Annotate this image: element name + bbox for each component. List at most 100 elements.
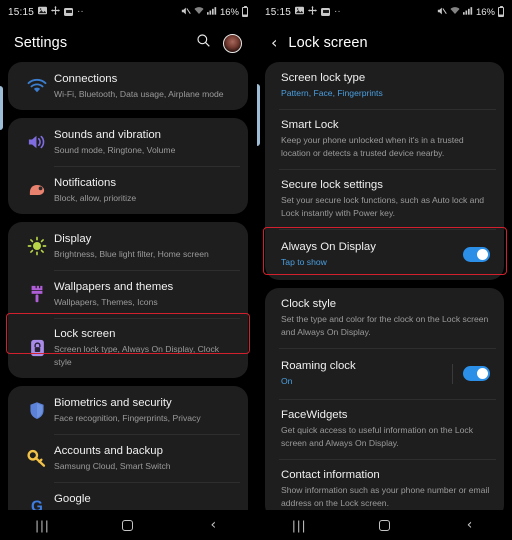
wifi-icon xyxy=(450,6,460,18)
dual-screenshot-container: 15:15 ·· 16% Settings Connections Wi-Fi,… xyxy=(0,0,512,540)
signal-icon xyxy=(206,6,217,18)
list-item-facewidgets[interactable]: FaceWidgets Get quick access to useful i… xyxy=(265,399,504,459)
item-title: Roaming clock xyxy=(281,360,356,372)
more-dots-icon: ·· xyxy=(334,6,341,17)
item-texts: Display Brightness, Blue light filter, H… xyxy=(54,232,234,261)
sidebar-item-lock-screen[interactable]: Lock screen Screen lock type, Always On … xyxy=(8,318,248,378)
item-texts: Biometrics and security Face recognition… xyxy=(54,396,234,425)
item-subtitle: Wi-Fi, Bluetooth, Data usage, Airplane m… xyxy=(54,88,224,99)
more-dots-icon: ·· xyxy=(77,6,84,17)
lock-screen-phone-screen: 15:15 ·· 16% ‹ Lock screen Screen lock t… xyxy=(256,0,512,540)
avatar[interactable] xyxy=(223,33,242,53)
wallpaper-icon xyxy=(20,279,54,309)
item-texts: Secure lock settings Set your secure loc… xyxy=(277,178,490,220)
item-subtitle: Set your secure lock functions, such as … xyxy=(281,195,485,218)
item-texts: Clock style Set the type and color for t… xyxy=(277,297,490,339)
lock-screen-header: ‹ Lock screen xyxy=(257,24,512,62)
sidebar-item-biometrics-and-security[interactable]: Biometrics and security Face recognition… xyxy=(8,386,248,434)
item-subtitle: Face recognition, Fingerprints, Privacy xyxy=(54,412,201,423)
item-texts: Contact information Show information suc… xyxy=(277,468,490,510)
settings-list[interactable]: Connections Wi-Fi, Bluetooth, Data usage… xyxy=(0,62,256,530)
home-icon[interactable] xyxy=(365,510,405,540)
item-subtitle: Pattern, Face, Fingerprints xyxy=(281,88,383,98)
roaming-clock-toggle[interactable] xyxy=(463,366,490,381)
home-icon[interactable] xyxy=(108,510,148,540)
nav-bar-settings: ||| ‹ xyxy=(0,510,256,540)
settings-header: Settings xyxy=(0,24,256,62)
item-title: Secure lock settings xyxy=(281,179,383,191)
item-title: Lock screen xyxy=(54,328,116,340)
item-title: Smart Lock xyxy=(281,119,339,131)
item-texts: Sounds and vibration Sound mode, Rington… xyxy=(54,128,234,157)
sidebar-item-notifications[interactable]: Notifications Block, allow, prioritize xyxy=(8,166,248,214)
image-icon xyxy=(295,6,305,18)
item-title: Connections xyxy=(54,72,118,85)
always-on-display-toggle[interactable] xyxy=(463,247,490,262)
back-icon[interactable]: ‹ xyxy=(193,510,233,540)
list-item-secure-lock-settings[interactable]: Secure lock settings Set your secure loc… xyxy=(265,169,504,229)
item-title: Wallpapers and themes xyxy=(54,280,174,293)
recents-icon[interactable]: ||| xyxy=(23,510,63,540)
settings-group-3: Display Brightness, Blue light filter, H… xyxy=(8,222,248,378)
wifi-icon xyxy=(20,71,54,101)
back-chevron-icon[interactable]: ‹ xyxy=(271,35,277,51)
settings-group-1: Connections Wi-Fi, Bluetooth, Data usage… xyxy=(8,62,248,110)
item-subtitle: Brightness, Blue light filter, Home scre… xyxy=(54,248,209,259)
status-time: 15:15 xyxy=(265,6,292,18)
status-bar-left: 15:15 ·· xyxy=(265,6,341,18)
item-subtitle: Samsung Cloud, Smart Switch xyxy=(54,460,171,471)
scroll-edge-indicator xyxy=(257,84,260,146)
list-item-always-on-display[interactable]: Always On Display Tap to show xyxy=(265,229,504,280)
list-item-smart-lock[interactable]: Smart Lock Keep your phone unlocked when… xyxy=(265,109,504,169)
item-title: Screen lock type xyxy=(281,72,366,84)
search-icon[interactable] xyxy=(196,33,211,53)
sidebar-item-display[interactable]: Display Brightness, Blue light filter, H… xyxy=(8,222,248,270)
status-bar-settings: 15:15 ·· 16% xyxy=(0,0,256,24)
settings-phone-screen: 15:15 ·· 16% Settings Connections Wi-Fi,… xyxy=(0,0,256,540)
sound-icon xyxy=(20,127,54,157)
item-title: Always On Display xyxy=(281,241,376,253)
item-texts: Smart Lock Keep your phone unlocked when… xyxy=(277,118,490,160)
signal-icon xyxy=(462,6,473,18)
sidebar-item-wallpapers-and-themes[interactable]: Wallpapers and themes Wallpapers, Themes… xyxy=(8,270,248,318)
card-icon xyxy=(321,8,331,16)
item-subtitle: Set the type and color for the clock on … xyxy=(281,314,489,337)
item-title: Google xyxy=(54,492,91,505)
wifi-icon xyxy=(194,6,204,18)
lock-screen-list[interactable]: Screen lock type Pattern, Face, Fingerpr… xyxy=(257,62,512,519)
item-texts: Screen lock type Pattern, Face, Fingerpr… xyxy=(277,71,490,100)
card-icon xyxy=(64,8,74,16)
sidebar-item-connections[interactable]: Connections Wi-Fi, Bluetooth, Data usage… xyxy=(8,62,248,110)
move-icon xyxy=(51,6,61,18)
item-subtitle: Show information such as your phone numb… xyxy=(281,485,490,508)
mute-icon xyxy=(181,6,191,19)
list-item-clock-style[interactable]: Clock style Set the type and color for t… xyxy=(265,288,504,348)
recents-icon[interactable]: ||| xyxy=(280,510,320,540)
item-texts: FaceWidgets Get quick access to useful i… xyxy=(277,408,490,450)
list-item-roaming-clock[interactable]: Roaming clock On xyxy=(265,348,504,399)
item-title: Sounds and vibration xyxy=(54,128,162,141)
sidebar-item-accounts-and-backup[interactable]: Accounts and backup Samsung Cloud, Smart… xyxy=(8,434,248,482)
item-title: FaceWidgets xyxy=(281,409,348,421)
item-subtitle: Sound mode, Ringtone, Volume xyxy=(54,144,176,155)
item-title: Display xyxy=(54,232,92,245)
status-bar-right: 16% xyxy=(437,5,504,19)
item-texts: Accounts and backup Samsung Cloud, Smart… xyxy=(54,444,234,473)
page-title: Settings xyxy=(14,35,68,51)
item-title: Accounts and backup xyxy=(54,444,163,457)
item-title: Notifications xyxy=(54,176,117,189)
move-icon xyxy=(308,6,318,18)
back-icon[interactable]: ‹ xyxy=(450,510,490,540)
settings-group-4: Biometrics and security Face recognition… xyxy=(8,386,248,530)
lock-screen-group-2: Clock style Set the type and color for t… xyxy=(265,288,504,519)
item-subtitle: Wallpapers, Themes, Icons xyxy=(54,296,158,307)
item-texts: Lock screen Screen lock type, Always On … xyxy=(54,327,234,369)
sidebar-item-sounds-and-vibration[interactable]: Sounds and vibration Sound mode, Rington… xyxy=(8,118,248,166)
list-item-screen-lock-type[interactable]: Screen lock type Pattern, Face, Fingerpr… xyxy=(265,62,504,109)
battery-percent: 16% xyxy=(475,6,495,18)
lock-screen-group-1: Screen lock type Pattern, Face, Fingerpr… xyxy=(265,62,504,280)
image-icon xyxy=(38,6,48,18)
item-title: Biometrics and security xyxy=(54,396,172,409)
display-icon xyxy=(20,231,54,261)
item-subtitle: Keep your phone unlocked when it's in a … xyxy=(281,135,464,158)
